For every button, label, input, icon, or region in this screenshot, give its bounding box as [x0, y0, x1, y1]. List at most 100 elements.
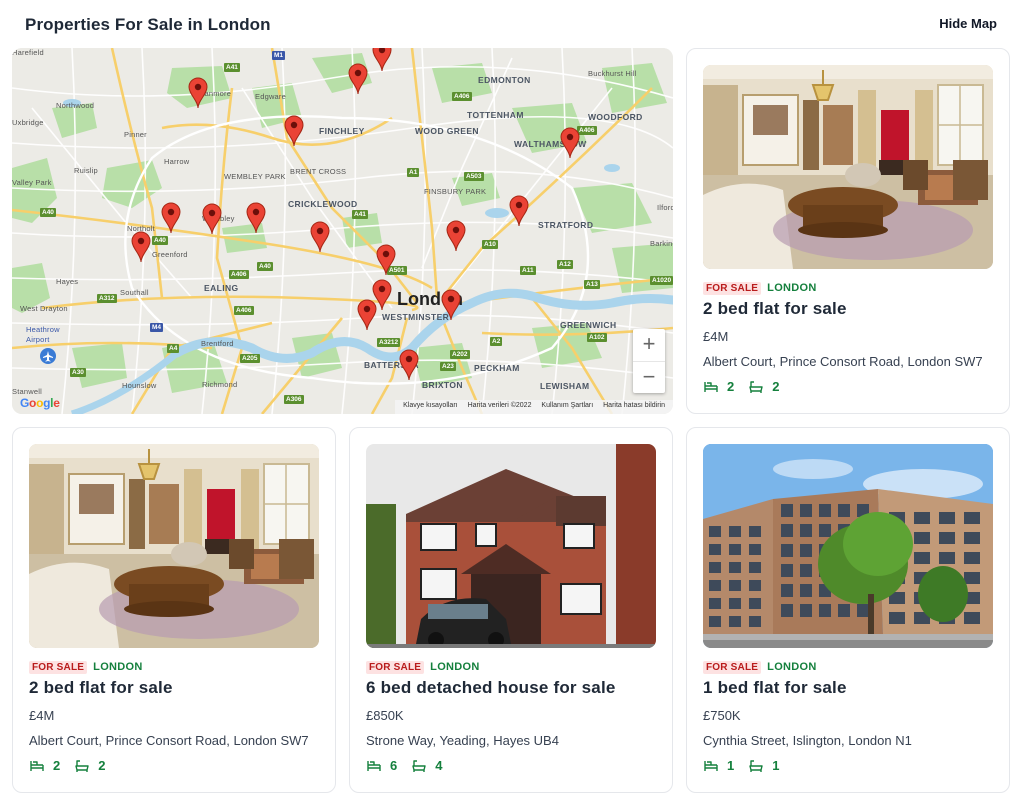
- page-title: Properties For Sale in London: [25, 15, 271, 34]
- bath-count: 1: [772, 758, 780, 773]
- map-background: [12, 48, 673, 414]
- map-label: FINSBURY PARK: [424, 187, 487, 196]
- map-label: Hayes: [56, 277, 79, 286]
- map-label: Hounslow: [122, 381, 157, 390]
- map-label: WOODFORD: [588, 112, 643, 122]
- status-badge: FOR SALE: [366, 660, 425, 674]
- map-pin-icon[interactable]: [441, 289, 461, 321]
- listing-price: £4M: [703, 329, 729, 344]
- map-label: Ruislip: [74, 166, 98, 175]
- map-pin-icon[interactable]: [284, 115, 304, 147]
- map-label: Buckhurst Hill: [588, 69, 637, 78]
- zoom-out-button[interactable]: −: [633, 361, 665, 393]
- map-pin-icon[interactable]: [246, 202, 266, 234]
- listing-photo[interactable]: [366, 444, 656, 648]
- listing-photo[interactable]: [703, 444, 993, 648]
- map[interactable]: A41 M1 A406 A406 A503 A1 A41 A40 A40 A40…: [12, 48, 673, 414]
- bed-count: 6: [390, 758, 398, 773]
- status-badge: FOR SALE: [703, 281, 762, 295]
- listing-amenities: 6 4: [366, 758, 456, 773]
- listing-title[interactable]: 6 bed detached house for sale: [366, 678, 616, 698]
- listing-title[interactable]: 1 bed flat for sale: [703, 678, 847, 698]
- map-label: Uxbridge: [12, 118, 44, 127]
- map-pin-icon[interactable]: [509, 195, 529, 227]
- report-error-link[interactable]: Harita hatası bildirin: [603, 402, 665, 409]
- listing-photo[interactable]: [703, 65, 993, 269]
- map-label: WOOD GREEN: [415, 126, 479, 136]
- bath-count: 2: [98, 758, 106, 773]
- map-label: Valley Park: [12, 178, 52, 187]
- map-label: WESTMINSTER: [382, 312, 450, 322]
- keyboard-shortcuts-link[interactable]: Klavye kısayolları: [403, 402, 457, 409]
- map-pin-icon[interactable]: [131, 231, 151, 263]
- bath-icon: [74, 759, 90, 773]
- map-label: GREENWICH: [560, 320, 617, 330]
- map-label: WEMBLEY PARK: [224, 172, 286, 181]
- map-label: STRATFORD: [538, 220, 594, 230]
- map-pin-icon[interactable]: [357, 299, 377, 331]
- map-label: West Drayton: [20, 304, 68, 313]
- listing-price: £750K: [703, 708, 741, 723]
- map-label: Southall: [120, 288, 149, 297]
- listing-address: Albert Court, Prince Consort Road, Londo…: [29, 733, 309, 748]
- bed-count: 2: [727, 379, 735, 394]
- listing-address: Cynthia Street, Islington, London N1: [703, 733, 912, 748]
- listing-price: £4M: [29, 708, 55, 723]
- map-pin-icon[interactable]: [399, 349, 419, 381]
- bed-icon: [703, 380, 719, 394]
- map-label: Harrow: [164, 157, 190, 166]
- zoom-in-button[interactable]: +: [633, 329, 665, 361]
- map-label: PECKHAM: [474, 363, 520, 373]
- map-label: Richmond: [202, 380, 238, 389]
- bath-count: 4: [435, 758, 443, 773]
- listing-photo[interactable]: [29, 444, 319, 648]
- map-pin-icon[interactable]: [348, 63, 368, 95]
- map-label: FINCHLEY: [319, 126, 365, 136]
- map-label: Heathrow Airport: [26, 325, 60, 344]
- listing-card[interactable]: FOR SALE LONDON 1 bed flat for sale £750…: [686, 427, 1010, 793]
- map-label: Greenford: [152, 250, 188, 259]
- map-label: CRICKLEWOOD: [288, 199, 358, 209]
- map-label: Pinner: [124, 130, 147, 139]
- map-label: EDMONTON: [478, 75, 531, 85]
- map-pin-icon[interactable]: [161, 202, 181, 234]
- terms-link[interactable]: Kullanım Şartları: [541, 402, 593, 409]
- hide-map-button[interactable]: Hide Map: [939, 16, 997, 31]
- location-badge: LONDON: [430, 661, 480, 673]
- listing-title[interactable]: 2 bed flat for sale: [703, 299, 847, 319]
- map-label: Edgware: [255, 92, 287, 101]
- bed-count: 1: [727, 758, 735, 773]
- listing-card[interactable]: FOR SALE LONDON 2 bed flat for sale £4M …: [12, 427, 336, 793]
- map-label: EALING: [204, 283, 239, 293]
- listing-amenities: 2 2: [703, 379, 793, 394]
- map-label: Harefield: [12, 48, 44, 57]
- map-label: Brentford: [201, 339, 234, 348]
- bath-count: 2: [772, 379, 780, 394]
- map-label: TOTTENHAM: [467, 110, 524, 120]
- map-pin-icon[interactable]: [560, 127, 580, 159]
- listing-amenities: 1 1: [703, 758, 793, 773]
- map-label: LEWISHAM: [540, 381, 590, 391]
- map-pin-icon[interactable]: [202, 203, 222, 235]
- bath-icon: [411, 759, 427, 773]
- listing-card[interactable]: FOR SALE LONDON 6 bed detached house for…: [349, 427, 673, 793]
- map-pin-icon[interactable]: [372, 48, 392, 72]
- bath-icon: [748, 380, 764, 394]
- map-attribution: Klavye kısayolları Harita verileri ©2022…: [395, 400, 673, 414]
- map-pin-icon[interactable]: [310, 221, 330, 253]
- listing-amenities: 2 2: [29, 758, 119, 773]
- listing-card[interactable]: FOR SALE LONDON 2 bed flat for sale £4M …: [686, 48, 1010, 414]
- listing-address: Strone Way, Yeading, Hayes UB4: [366, 733, 559, 748]
- listing-badges: FOR SALE LONDON: [29, 660, 143, 674]
- status-badge: FOR SALE: [29, 660, 88, 674]
- map-pin-icon[interactable]: [446, 220, 466, 252]
- airport-icon: [40, 348, 56, 364]
- listing-price: £850K: [366, 708, 404, 723]
- bed-icon: [29, 759, 45, 773]
- map-pin-icon[interactable]: [188, 77, 208, 109]
- map-pin-icon[interactable]: [376, 244, 396, 276]
- bath-icon: [748, 759, 764, 773]
- bed-icon: [366, 759, 382, 773]
- zoom-control: + −: [633, 329, 665, 393]
- listing-title[interactable]: 2 bed flat for sale: [29, 678, 173, 698]
